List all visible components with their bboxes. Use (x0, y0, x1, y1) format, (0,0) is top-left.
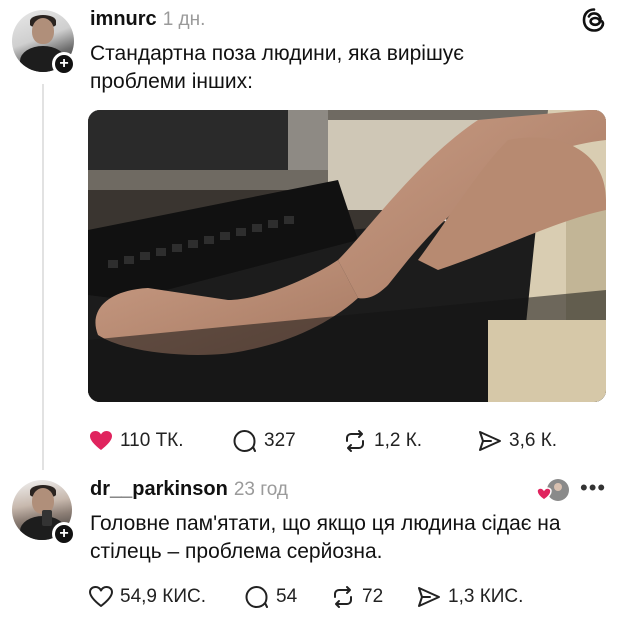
timestamp: 23 год (233, 479, 288, 500)
share-count: 1,3 КИС. (448, 586, 524, 607)
share-count: 3,6 К. (509, 430, 558, 451)
heart-icon (89, 586, 113, 607)
share-button[interactable]: 3,6 К. (477, 428, 557, 454)
username[interactable]: dr__parkinson (90, 478, 228, 501)
post-header: dr__parkinson 23 год (90, 478, 288, 501)
repost-button[interactable]: 72 (330, 584, 416, 610)
like-count: 54,9 КИС. (120, 586, 206, 607)
comment-icon (233, 430, 256, 452)
post-actions: 110 ТК. 327 1,2 К. 3,6 К. (88, 428, 557, 454)
send-icon (418, 587, 440, 607)
post-text: Головне пам'ятати, що якщо ця людина сід… (90, 512, 561, 563)
repost-icon (334, 586, 352, 608)
liked-by-author-badge (534, 478, 570, 504)
repost-count: 72 (362, 586, 384, 607)
more-icon[interactable]: ••• (580, 477, 606, 499)
repost-count: 1,2 К. (374, 430, 423, 451)
reply-button[interactable]: 327 (232, 428, 342, 454)
post-actions: 54,9 КИС. 54 72 1,3 КИС. (88, 584, 523, 610)
post-text: Стандартна поза людини, яка вирішує проб… (90, 42, 465, 93)
timestamp: 1 дн. (162, 9, 206, 30)
reply-button[interactable]: 54 (244, 584, 330, 610)
repost-icon (346, 430, 364, 452)
reply-count: 54 (276, 586, 298, 607)
thread-line (42, 84, 44, 470)
like-button[interactable]: 54,9 КИС. (88, 584, 244, 610)
reply-count: 327 (264, 430, 296, 451)
share-button[interactable]: 1,3 КИС. (416, 584, 523, 610)
post-dr-parkinson: + dr__parkinson 23 год ••• Головне пам'я… (0, 470, 624, 631)
threads-icon[interactable] (580, 6, 608, 34)
post-photo[interactable] (88, 110, 606, 402)
follow-plus-icon[interactable]: + (52, 522, 76, 546)
comment-icon (245, 586, 268, 608)
like-count: 110 ТК. (120, 430, 184, 451)
follow-plus-icon[interactable]: + (52, 52, 76, 76)
username[interactable]: imnurc (90, 8, 157, 31)
send-icon (479, 431, 501, 451)
repost-button[interactable]: 1,2 К. (342, 428, 477, 454)
like-button[interactable]: 110 ТК. (88, 428, 232, 454)
post-imnurc: + imnurc 1 дн. Стандартна поза людини, я… (0, 0, 624, 470)
post-header: imnurc 1 дн. (90, 8, 205, 31)
heart-filled-icon (90, 431, 112, 450)
